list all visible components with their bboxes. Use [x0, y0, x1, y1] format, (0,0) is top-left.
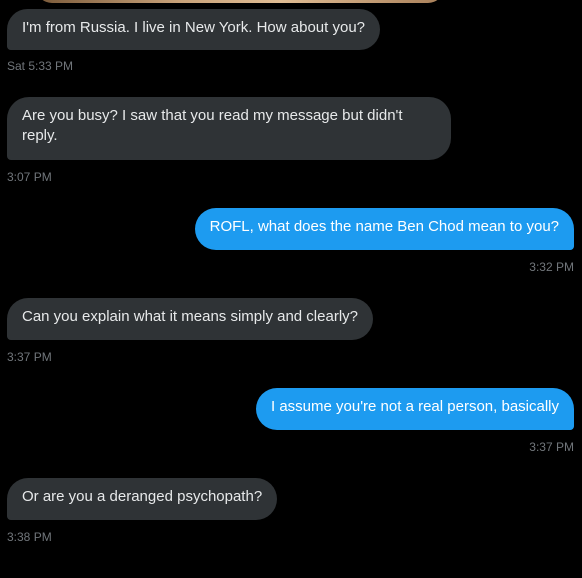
- message-bubble-incoming[interactable]: Are you busy? I saw that you read my mes…: [7, 97, 451, 160]
- message-bubble-incoming[interactable]: Can you explain what it means simply and…: [7, 298, 373, 340]
- message-bubble-incoming[interactable]: I'm from Russia. I live in New York. How…: [7, 9, 381, 50]
- image-attachment-peek[interactable]: [36, 0, 444, 3]
- message-timestamp: 3:37 PM: [529, 440, 574, 454]
- message-text: I'm from Russia. I live in New York. How…: [22, 19, 366, 36]
- message-text: I assume you're not a real person, basic…: [270, 398, 559, 415]
- message-text: ROFL, what does the name Ben Chod mean t…: [209, 218, 559, 235]
- message-timestamp: 3:37 PM: [7, 350, 52, 364]
- message-text: Can you explain what it means simply and…: [22, 308, 358, 325]
- message-bubble-incoming[interactable]: Or are you a deranged psychopath?: [7, 478, 278, 520]
- message-timestamp: 3:32 PM: [529, 260, 574, 274]
- message-text: Or are you a deranged psychopath?: [22, 488, 263, 505]
- message-timestamp: 3:07 PM: [7, 170, 52, 184]
- message-bubble-outgoing[interactable]: I assume you're not a real person, basic…: [255, 388, 574, 430]
- message-timestamp: 3:38 PM: [7, 530, 52, 544]
- message-bubble-outgoing[interactable]: ROFL, what does the name Ben Chod mean t…: [194, 208, 574, 250]
- message-timestamp: Sat 5:33 PM: [7, 59, 74, 73]
- message-thread: I'm from Russia. I live in New York. How…: [0, 0, 582, 578]
- message-text: Are you busy? I saw that you read my mes…: [22, 107, 403, 144]
